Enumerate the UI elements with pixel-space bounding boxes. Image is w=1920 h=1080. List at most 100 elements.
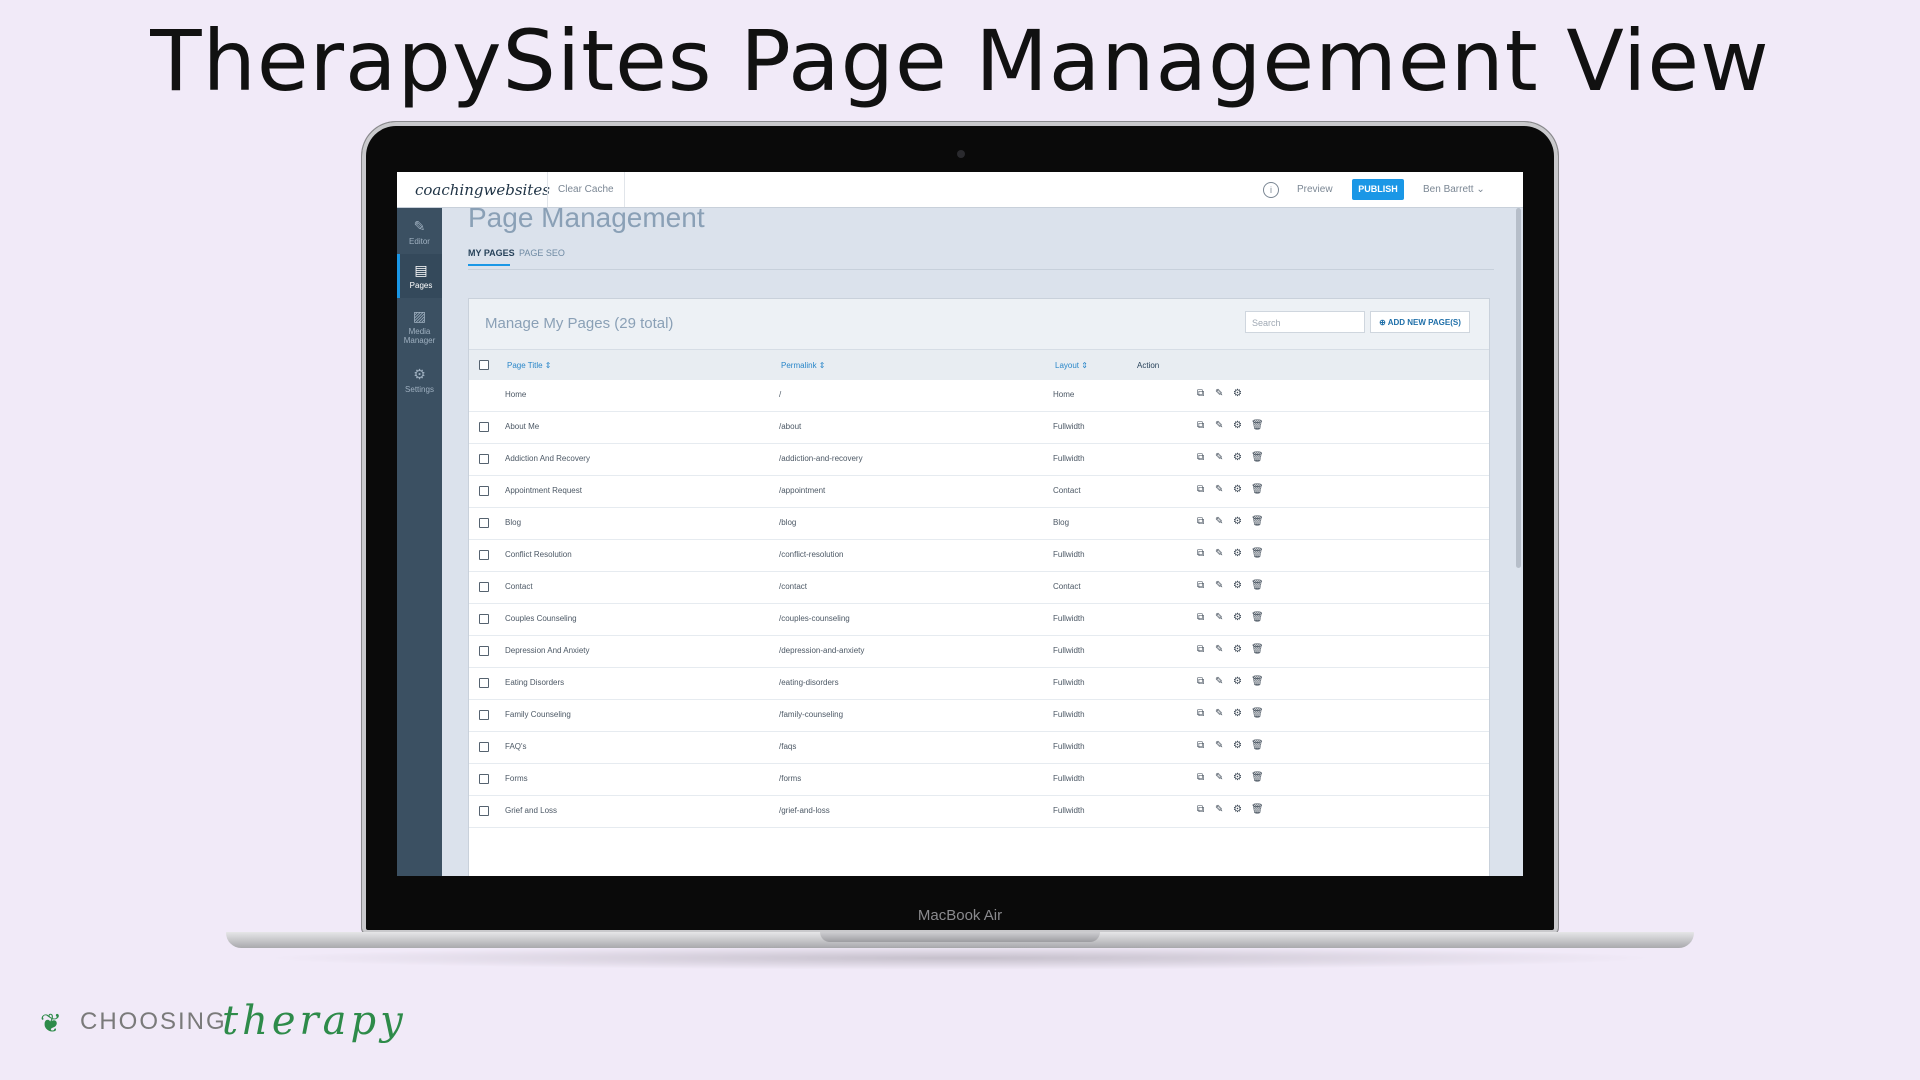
add-new-page-button[interactable]: ⊕ ADD NEW PAGE(S): [1370, 311, 1470, 333]
table-row[interactable]: About Me/about Fullwidth ⧉ ✎ ⚙ 🗑: [469, 411, 1489, 444]
info-icon[interactable]: i: [1263, 182, 1279, 198]
trash-icon[interactable]: 🗑: [1251, 612, 1264, 623]
preview-button[interactable]: Preview: [1297, 184, 1333, 195]
copy-icon[interactable]: ⧉: [1197, 420, 1204, 431]
gear-icon[interactable]: ⚙: [1233, 676, 1242, 687]
trash-icon[interactable]: 🗑: [1251, 580, 1264, 591]
row-checkbox[interactable]: [479, 582, 489, 592]
gear-icon[interactable]: ⚙: [1233, 804, 1242, 815]
pencil-icon[interactable]: ✎: [1215, 804, 1223, 815]
column-page-title[interactable]: Page Title ⇕: [507, 361, 552, 370]
gear-icon[interactable]: ⚙: [1233, 644, 1242, 655]
trash-icon[interactable]: 🗑: [1251, 548, 1264, 559]
trash-icon[interactable]: 🗑: [1251, 484, 1264, 495]
table-row[interactable]: Couples Counseling/couples-counseling Ful…: [469, 603, 1489, 636]
row-checkbox[interactable]: [479, 806, 489, 816]
app-logo[interactable]: coachingwebsites: [415, 181, 550, 199]
tab-page-seo[interactable]: PAGE SEO: [519, 248, 565, 258]
gear-icon[interactable]: ⚙: [1233, 708, 1242, 719]
table-row[interactable]: Grief and Loss/grief-and-loss Fullwidth ⧉ ✎…: [469, 795, 1489, 828]
gear-icon[interactable]: ⚙: [1233, 388, 1242, 399]
sidebar-item-settings[interactable]: ⚙ Settings: [397, 366, 442, 406]
gear-icon[interactable]: ⚙: [1233, 612, 1242, 623]
row-checkbox[interactable]: [479, 678, 489, 688]
copy-icon[interactable]: ⧉: [1197, 548, 1204, 559]
copy-icon[interactable]: ⧉: [1197, 516, 1204, 527]
table-row[interactable]: Eating Disorders/eating-disorders Fullwid…: [469, 667, 1489, 700]
sidebar-item-pages[interactable]: ▤ Pages: [397, 254, 442, 298]
copy-icon[interactable]: ⧉: [1197, 388, 1204, 399]
table-row[interactable]: Addiction And Recovery/addiction-and-rec…: [469, 443, 1489, 476]
row-checkbox[interactable]: [479, 646, 489, 656]
gear-icon[interactable]: ⚙: [1233, 484, 1242, 495]
trash-icon[interactable]: 🗑: [1251, 804, 1264, 815]
trash-icon[interactable]: 🗑: [1251, 516, 1264, 527]
trash-icon[interactable]: 🗑: [1251, 420, 1264, 431]
copy-icon[interactable]: ⧉: [1197, 740, 1204, 751]
copy-icon[interactable]: ⧉: [1197, 580, 1204, 591]
row-checkbox[interactable]: [479, 710, 489, 720]
search-input[interactable]: Search: [1245, 311, 1365, 333]
row-checkbox[interactable]: [479, 486, 489, 496]
scrollbar[interactable]: [1516, 208, 1521, 568]
table-row[interactable]: Appointment Request/appointment Contact ⧉ ✎…: [469, 475, 1489, 508]
select-all-checkbox[interactable]: [479, 360, 489, 370]
trash-icon[interactable]: 🗑: [1251, 772, 1264, 783]
trash-icon[interactable]: 🗑: [1251, 452, 1264, 463]
pencil-icon[interactable]: ✎: [1215, 676, 1223, 687]
pencil-icon[interactable]: ✎: [1215, 580, 1223, 591]
pencil-icon[interactable]: ✎: [1215, 452, 1223, 463]
row-checkbox[interactable]: [479, 550, 489, 560]
copy-icon[interactable]: ⧉: [1197, 484, 1204, 495]
copy-icon[interactable]: ⧉: [1197, 676, 1204, 687]
row-checkbox[interactable]: [479, 774, 489, 784]
pencil-icon[interactable]: ✎: [1215, 644, 1223, 655]
copy-icon[interactable]: ⧉: [1197, 804, 1204, 815]
copy-icon[interactable]: ⧉: [1197, 452, 1204, 463]
trash-icon[interactable]: 🗑: [1251, 644, 1264, 655]
sidebar-item-media-manager[interactable]: ▨ Media Manager: [397, 308, 442, 358]
trash-icon[interactable]: 🗑: [1251, 740, 1264, 751]
column-permalink[interactable]: Permalink ⇕: [781, 361, 826, 370]
user-menu[interactable]: Ben Barrett ⌄: [1423, 184, 1485, 195]
gear-icon[interactable]: ⚙: [1233, 772, 1242, 783]
pencil-icon[interactable]: ✎: [1215, 484, 1223, 495]
row-checkbox[interactable]: [479, 454, 489, 464]
row-checkbox[interactable]: [479, 742, 489, 752]
gear-icon[interactable]: ⚙: [1233, 740, 1242, 751]
copy-icon[interactable]: ⧉: [1197, 708, 1204, 719]
table-row[interactable]: Home / Home ⧉ ✎ ⚙: [469, 379, 1489, 412]
gear-icon[interactable]: ⚙: [1233, 452, 1242, 463]
pencil-icon[interactable]: ✎: [1215, 708, 1223, 719]
pencil-icon[interactable]: ✎: [1215, 548, 1223, 559]
pencil-icon[interactable]: ✎: [1215, 420, 1223, 431]
pencil-icon[interactable]: ✎: [1215, 516, 1223, 527]
tab-my-pages[interactable]: MY PAGES: [468, 248, 515, 258]
gear-icon[interactable]: ⚙: [1233, 580, 1242, 591]
gear-icon[interactable]: ⚙: [1233, 420, 1242, 431]
table-row[interactable]: Contact/contact Contact ⧉ ✎ ⚙ 🗑: [469, 571, 1489, 604]
gear-icon[interactable]: ⚙: [1233, 548, 1242, 559]
sidebar-item-editor[interactable]: ✎ Editor: [397, 218, 442, 258]
row-checkbox[interactable]: [479, 518, 489, 528]
gear-icon[interactable]: ⚙: [1233, 516, 1242, 527]
row-checkbox[interactable]: [479, 422, 489, 432]
trash-icon[interactable]: 🗑: [1251, 708, 1264, 719]
pencil-icon[interactable]: ✎: [1215, 612, 1223, 623]
table-row[interactable]: Forms/forms Fullwidth ⧉ ✎ ⚙ 🗑: [469, 763, 1489, 796]
table-row[interactable]: Conflict Resolution/conflict-resolution F…: [469, 539, 1489, 572]
copy-icon[interactable]: ⧉: [1197, 612, 1204, 623]
trash-icon[interactable]: 🗑: [1251, 676, 1264, 687]
pencil-icon[interactable]: ✎: [1215, 740, 1223, 751]
table-row[interactable]: Family Counseling/family-counseling Fullw…: [469, 699, 1489, 732]
column-layout[interactable]: Layout ⇕: [1055, 361, 1088, 370]
row-checkbox[interactable]: [479, 614, 489, 624]
table-row[interactable]: Depression And Anxiety/depression-and-an…: [469, 635, 1489, 668]
publish-button[interactable]: PUBLISH: [1352, 179, 1404, 200]
pencil-icon[interactable]: ✎: [1215, 772, 1223, 783]
copy-icon[interactable]: ⧉: [1197, 772, 1204, 783]
pencil-icon[interactable]: ✎: [1215, 388, 1223, 399]
copy-icon[interactable]: ⧉: [1197, 644, 1204, 655]
table-row[interactable]: Blog/blog Blog ⧉ ✎ ⚙ 🗑: [469, 507, 1489, 540]
table-row[interactable]: FAQ's/faqs Fullwidth ⧉ ✎ ⚙ 🗑: [469, 731, 1489, 764]
